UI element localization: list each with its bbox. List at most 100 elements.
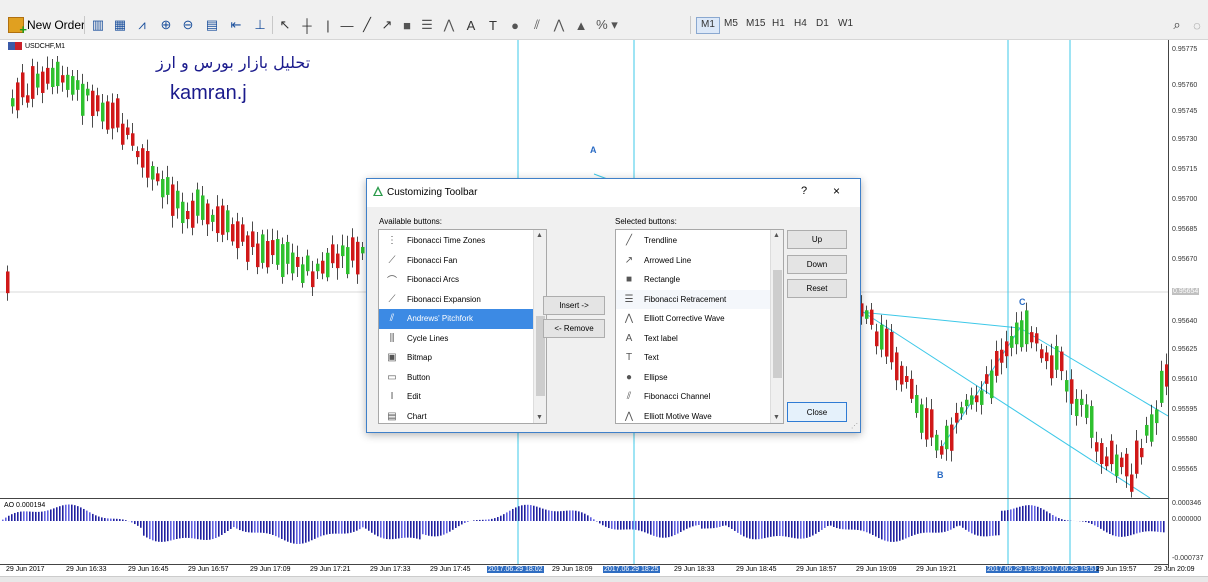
- up-button[interactable]: Up: [787, 230, 847, 249]
- candle: [106, 101, 110, 130]
- list-item[interactable]: ⋮ Fibonacci Time Zones: [379, 231, 533, 251]
- search-icon[interactable]: ⌕: [1168, 14, 1186, 36]
- ao-bar: [74, 505, 76, 521]
- trendline-icon[interactable]: ╱: [358, 14, 376, 36]
- list-item[interactable]: ⌒ Fibonacci Arcs: [379, 270, 533, 290]
- close-button[interactable]: Close: [787, 402, 847, 422]
- timeframe-m5[interactable]: M5: [720, 17, 742, 34]
- timeframe-h1[interactable]: H1: [768, 17, 789, 34]
- dialog-titlebar[interactable]: Customizing Toolbar ? ×: [367, 179, 860, 207]
- selected-buttons-label: Selected buttons:: [615, 217, 677, 226]
- selected-buttons-list[interactable]: ⋀ Elliott Motive Wave ⫽ Fibonacci Channel ● E…: [615, 229, 784, 424]
- help-button[interactable]: ?: [801, 185, 807, 197]
- timeframe-d1[interactable]: D1: [812, 17, 833, 34]
- horizontal-line-icon[interactable]: —: [338, 14, 356, 36]
- scroll-up-arrow-icon[interactable]: ▲: [773, 232, 780, 239]
- ao-bar: [1139, 521, 1141, 533]
- time-axis[interactable]: 29 Jun 2017 29 Jun 16:33 29 Jun 16:45 29…: [0, 564, 1194, 576]
- chart-shift-icon[interactable]: ⇤: [226, 14, 246, 36]
- ao-bar: [797, 521, 799, 539]
- list-item[interactable]: ⫽ Andrews' Pitchfork: [379, 309, 533, 329]
- ao-bar: [431, 521, 433, 537]
- triangle-icon[interactable]: ▲: [572, 14, 590, 36]
- crosshair-icon[interactable]: ┼: [298, 14, 316, 36]
- new-order-button[interactable]: New Order: [8, 14, 86, 37]
- ao-bar: [122, 519, 124, 521]
- candle: [266, 241, 270, 268]
- list-item[interactable]: ▭ Button: [379, 368, 533, 388]
- scroll-down-arrow-icon[interactable]: ▼: [536, 414, 543, 421]
- fibonacci-channel-icon[interactable]: ⫽: [528, 14, 546, 36]
- more-objects-dropdown-icon[interactable]: % ▾: [594, 14, 620, 36]
- candlestick-chart-icon[interactable]: ▦: [110, 14, 130, 36]
- ao-bar: [1112, 521, 1114, 536]
- ao-bar: [395, 521, 397, 539]
- list-item[interactable]: ⟋ Fibonacci Fan: [379, 251, 533, 271]
- list-item[interactable]: ╱ Trendline: [616, 231, 770, 251]
- timeframe-m1[interactable]: M1: [696, 17, 720, 34]
- scroll-thumb[interactable]: [773, 270, 782, 378]
- ao-bar: [842, 521, 844, 530]
- fibonacci-retracement-icon[interactable]: ☰: [418, 14, 436, 36]
- timeframe-m15[interactable]: M15: [742, 17, 769, 34]
- list-item[interactable]: T Text: [616, 348, 770, 368]
- awesome-oscillator-panel[interactable]: [0, 498, 1168, 565]
- list-item[interactable]: ☰ Fibonacci Retracement: [616, 289, 770, 309]
- ao-bar: [497, 517, 499, 521]
- selected-list-scrollbar[interactable]: ▲ ▼: [770, 230, 783, 423]
- tile-windows-icon[interactable]: ▤: [202, 14, 222, 36]
- channel-line[interactable]: [1019, 327, 1168, 417]
- customizing-toolbar-dialog: Customizing Toolbar ? × Available button…: [366, 178, 861, 433]
- timeframe-h4[interactable]: H4: [790, 17, 811, 34]
- ao-bar: [410, 521, 412, 538]
- list-item[interactable]: ▣ Bitmap: [379, 348, 533, 368]
- zoom-in-icon[interactable]: ⊕: [156, 14, 176, 36]
- list-item[interactable]: ▤ Chart: [379, 407, 533, 424]
- dialog-close-button[interactable]: ×: [833, 184, 840, 198]
- remove-button[interactable]: <- Remove: [543, 319, 605, 338]
- candle: [945, 425, 949, 450]
- time-tick: 29 Jun 17:45: [430, 566, 471, 573]
- list-item[interactable]: ● Ellipse: [616, 368, 770, 388]
- zoom-out-icon[interactable]: ⊖: [178, 14, 198, 36]
- price-tick: 0.95670: [1172, 256, 1198, 263]
- reset-button[interactable]: Reset: [787, 279, 847, 298]
- ellipse-icon[interactable]: ●: [506, 14, 524, 36]
- candle: [236, 221, 240, 249]
- bar-chart-icon[interactable]: ▥: [88, 14, 108, 36]
- line-chart-icon[interactable]: ⩘: [132, 14, 152, 36]
- scroll-down-arrow-icon[interactable]: ▼: [773, 414, 780, 421]
- ao-bar: [65, 504, 67, 521]
- insert-button[interactable]: Insert ->: [543, 296, 605, 315]
- list-item[interactable]: ■ Rectangle: [616, 270, 770, 290]
- text-label-icon[interactable]: A: [462, 14, 480, 36]
- list-item[interactable]: A Text label: [616, 329, 770, 349]
- chat-icon[interactable]: ◌: [1188, 14, 1206, 36]
- list-item[interactable]: ⟋ Fibonacci Expansion: [379, 290, 533, 310]
- list-item[interactable]: ⫽ Fibonacci Channel: [616, 387, 770, 407]
- time-tick: 29 Jun 18:09: [552, 566, 593, 573]
- list-item[interactable]: ↗ Arrowed Line: [616, 251, 770, 271]
- ao-bar: [326, 521, 328, 535]
- resize-grip-icon[interactable]: ⋰: [851, 422, 858, 430]
- list-item[interactable]: I Edit: [379, 387, 533, 407]
- text-icon[interactable]: T: [484, 14, 502, 36]
- price-scale[interactable]: 0.95775 0.95760 0.95745 0.95730 0.95715 …: [1168, 40, 1208, 568]
- rectangle-icon[interactable]: ■: [398, 14, 416, 36]
- elliott-motive-wave-icon[interactable]: ⋀: [550, 14, 568, 36]
- ao-bar: [308, 521, 310, 542]
- timeframe-w1[interactable]: W1: [834, 17, 857, 34]
- list-item[interactable]: ⋀ Elliott Motive Wave: [616, 407, 770, 424]
- auto-scroll-icon[interactable]: ⊥: [250, 14, 270, 36]
- candle: [975, 395, 979, 403]
- vertical-line-icon[interactable]: |: [320, 14, 336, 36]
- scroll-up-arrow-icon[interactable]: ▲: [536, 232, 543, 239]
- list-item[interactable]: ⫼ Cycle Lines: [379, 329, 533, 349]
- cursor-icon[interactable]: ↖: [276, 14, 294, 36]
- chart-tabs-bar[interactable]: [0, 576, 1208, 582]
- arrowed-line-icon[interactable]: ↗: [378, 14, 396, 36]
- elliott-corrective-wave-icon[interactable]: ⋀: [440, 14, 458, 36]
- list-item[interactable]: ⋀ Elliott Corrective Wave: [616, 309, 770, 329]
- available-buttons-list[interactable]: ▤ Chart I Edit ▭ Button ▣ Bitmap ⫼ Cycle Lines ⫽ An…: [378, 229, 547, 424]
- down-button[interactable]: Down: [787, 255, 847, 274]
